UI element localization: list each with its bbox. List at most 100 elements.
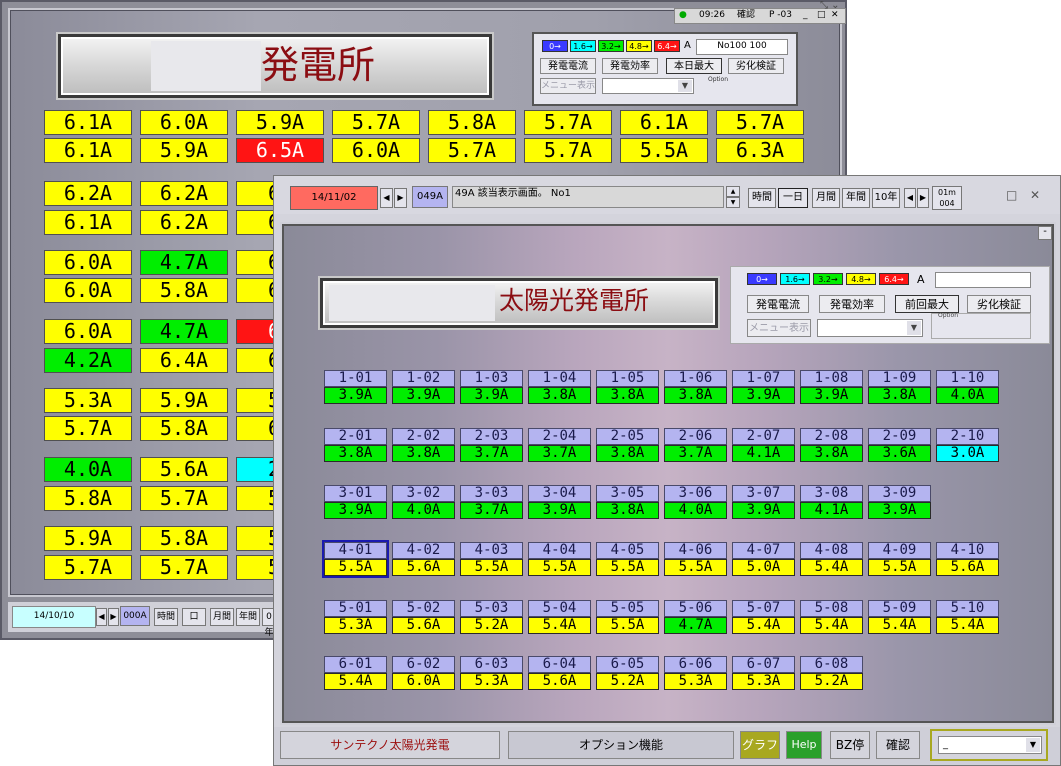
resize-grip-icon[interactable]: ⤡ ⌄ (820, 0, 844, 12)
back-menu-select[interactable]: ▼ (602, 78, 694, 94)
back-cell-r11-c2[interactable]: 5.6A (140, 457, 228, 482)
string-tile-6-03[interactable]: 6-03 5.3A (460, 656, 523, 690)
string-tile-5-01[interactable]: 5-01 5.3A (324, 600, 387, 634)
period-tab-2[interactable]: 一日 (778, 188, 808, 208)
collapse-icon[interactable]: - (1038, 226, 1052, 240)
string-tile-2-02[interactable]: 2-02 3.8A (392, 428, 455, 462)
back-cell-r2-c7[interactable]: 5.5A (620, 138, 708, 163)
string-tile-3-02[interactable]: 3-02 4.0A (392, 485, 455, 519)
back-tab-day[interactable]: 口 (182, 608, 206, 626)
message-scroll-down-icon[interactable]: ▼ (726, 197, 740, 208)
back-cell-r14-c2[interactable]: 5.7A (140, 555, 228, 580)
string-tile-1-05[interactable]: 1-05 3.8A (596, 370, 659, 404)
period-tab-1[interactable]: 時間 (748, 188, 776, 208)
string-tile-5-10[interactable]: 5-10 5.4A (936, 600, 999, 634)
front-menu-button[interactable]: メニュー表示 (747, 319, 811, 337)
back-cell-r4-c1[interactable]: 6.1A (44, 210, 132, 235)
back-code-field[interactable]: No100 100 (696, 39, 788, 55)
string-tile-3-04[interactable]: 3-04 3.9A (528, 485, 591, 519)
back-cell-r13-c2[interactable]: 5.8A (140, 526, 228, 551)
string-tile-6-08[interactable]: 6-08 5.2A (800, 656, 863, 690)
string-tile-2-07[interactable]: 2-07 4.1A (732, 428, 795, 462)
string-tile-5-07[interactable]: 5-07 5.4A (732, 600, 795, 634)
back-cell-r5-c2[interactable]: 4.7A (140, 250, 228, 275)
front-code-field[interactable] (935, 272, 1031, 288)
back-cell-r2-c2[interactable]: 5.9A (140, 138, 228, 163)
string-tile-5-04[interactable]: 5-04 5.4A (528, 600, 591, 634)
back-cell-r2-c1[interactable]: 6.1A (44, 138, 132, 163)
period-prev-icon[interactable]: ◀ (904, 188, 916, 208)
back-cell-r10-c2[interactable]: 5.8A (140, 416, 228, 441)
string-tile-4-05[interactable]: 4-05 5.5A (596, 542, 659, 576)
back-cell-r11-c1[interactable]: 4.0A (44, 457, 132, 482)
back-cell-r1-c6[interactable]: 5.7A (524, 110, 612, 135)
string-tile-3-01[interactable]: 3-01 3.9A (324, 485, 387, 519)
back-tab-hour[interactable]: 時間 (154, 608, 178, 626)
back-cell-r6-c2[interactable]: 5.8A (140, 278, 228, 303)
string-tile-3-08[interactable]: 3-08 4.1A (800, 485, 863, 519)
back-cell-r1-c8[interactable]: 5.7A (716, 110, 804, 135)
help-button[interactable]: Help (786, 731, 822, 759)
back-menu-button[interactable]: メニュー表示 (540, 78, 596, 94)
back-cell-r1-c1[interactable]: 6.1A (44, 110, 132, 135)
string-tile-2-03[interactable]: 2-03 3.7A (460, 428, 523, 462)
period-tab-4[interactable]: 年間 (842, 188, 870, 208)
front-menu-select[interactable]: ▼ (817, 319, 923, 337)
string-tile-6-04[interactable]: 6-04 5.6A (528, 656, 591, 690)
string-tile-1-09[interactable]: 1-09 3.8A (868, 370, 931, 404)
graph-button[interactable]: グラフ (740, 731, 780, 759)
string-tile-4-06[interactable]: 4-06 5.5A (664, 542, 727, 576)
string-tile-6-01[interactable]: 6-01 5.4A (324, 656, 387, 690)
string-tile-1-03[interactable]: 1-03 3.9A (460, 370, 523, 404)
string-tile-2-05[interactable]: 2-05 3.8A (596, 428, 659, 462)
back-cell-r1-c3[interactable]: 5.9A (236, 110, 324, 135)
string-tile-1-04[interactable]: 1-04 3.8A (528, 370, 591, 404)
front-date-field[interactable]: 14/11/02 (290, 186, 378, 210)
string-tile-1-02[interactable]: 1-02 3.9A (392, 370, 455, 404)
period-tab-5[interactable]: 10年 (872, 188, 900, 208)
string-tile-2-01[interactable]: 2-01 3.8A (324, 428, 387, 462)
string-tile-2-10[interactable]: 2-10 3.0A (936, 428, 999, 462)
front-next-icon[interactable]: ▶ (394, 188, 407, 208)
back-cell-r4-c2[interactable]: 6.2A (140, 210, 228, 235)
front-prev-icon[interactable]: ◀ (380, 188, 393, 208)
string-tile-2-06[interactable]: 2-06 3.7A (664, 428, 727, 462)
string-tile-1-01[interactable]: 1-01 3.9A (324, 370, 387, 404)
back-cell-r8-c2[interactable]: 6.4A (140, 348, 228, 373)
back-cell-r14-c1[interactable]: 5.7A (44, 555, 132, 580)
string-tile-5-02[interactable]: 5-02 5.6A (392, 600, 455, 634)
back-cell-r7-c2[interactable]: 4.7A (140, 319, 228, 344)
back-degradation-button[interactable]: 劣化検証 (728, 58, 784, 74)
back-cell-r1-c7[interactable]: 6.1A (620, 110, 708, 135)
front-degradation-button[interactable]: 劣化検証 (967, 295, 1031, 313)
back-tab-month[interactable]: 月間 (210, 608, 234, 626)
string-tile-1-10[interactable]: 1-10 4.0A (936, 370, 999, 404)
string-tile-5-05[interactable]: 5-05 5.5A (596, 600, 659, 634)
window-restore-icon[interactable]: □ (1006, 188, 1017, 202)
string-tile-3-07[interactable]: 3-07 3.9A (732, 485, 795, 519)
back-cell-r9-c1[interactable]: 5.3A (44, 388, 132, 413)
bz-stop-button[interactable]: BZ停 (830, 731, 870, 759)
string-tile-6-06[interactable]: 6-06 5.3A (664, 656, 727, 690)
back-cell-r6-c1[interactable]: 6.0A (44, 278, 132, 303)
back-cell-r1-c2[interactable]: 6.0A (140, 110, 228, 135)
string-tile-6-02[interactable]: 6-02 6.0A (392, 656, 455, 690)
confirm-button[interactable]: 確認 (876, 731, 920, 759)
string-tile-3-09[interactable]: 3-09 3.9A (868, 485, 931, 519)
back-next-icon[interactable]: ▶ (108, 608, 119, 626)
back-cell-r2-c8[interactable]: 6.3A (716, 138, 804, 163)
string-tile-2-04[interactable]: 2-04 3.7A (528, 428, 591, 462)
string-tile-4-02[interactable]: 4-02 5.6A (392, 542, 455, 576)
string-tile-1-07[interactable]: 1-07 3.9A (732, 370, 795, 404)
back-cell-r1-c4[interactable]: 5.7A (332, 110, 420, 135)
back-cell-r3-c1[interactable]: 6.2A (44, 181, 132, 206)
string-tile-4-08[interactable]: 4-08 5.4A (800, 542, 863, 576)
string-tile-2-09[interactable]: 2-09 3.6A (868, 428, 931, 462)
back-cell-r5-c1[interactable]: 6.0A (44, 250, 132, 275)
back-cell-r12-c2[interactable]: 5.7A (140, 486, 228, 511)
back-cell-r13-c1[interactable]: 5.9A (44, 526, 132, 551)
option-function-button[interactable]: オプション機能 (508, 731, 734, 759)
string-tile-2-08[interactable]: 2-08 3.8A (800, 428, 863, 462)
front-current-button[interactable]: 発電電流 (747, 295, 809, 313)
string-tile-4-10[interactable]: 4-10 5.6A (936, 542, 999, 576)
